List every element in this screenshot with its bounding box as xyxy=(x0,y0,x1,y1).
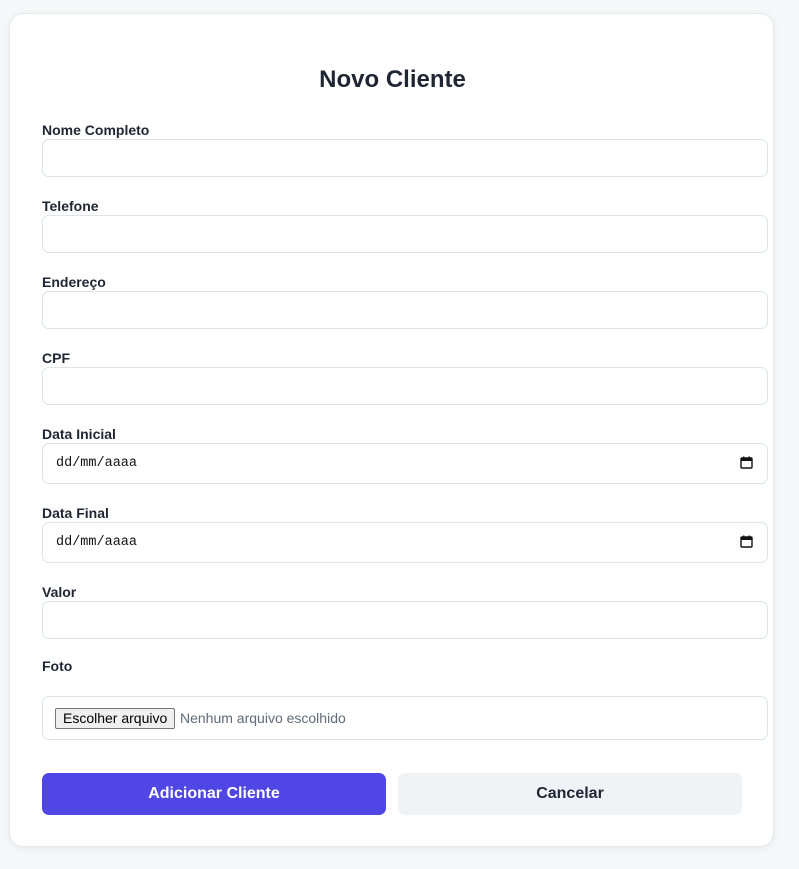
file-status-text: Nenhum arquivo escolhido xyxy=(180,710,346,726)
calendar-icon[interactable] xyxy=(740,456,753,469)
photo-label: Foto xyxy=(42,658,73,674)
value-input[interactable] xyxy=(42,601,768,639)
add-client-button[interactable]: Adicionar Cliente xyxy=(42,773,386,815)
full-name-label: Nome Completo xyxy=(42,122,150,138)
cpf-input[interactable] xyxy=(42,367,768,405)
new-client-form-card: Novo Cliente Nome Completo Telefone Ende… xyxy=(9,13,774,847)
calendar-icon[interactable] xyxy=(740,535,753,548)
start-date-label: Data Inicial xyxy=(42,426,116,442)
address-label: Endereço xyxy=(42,274,106,290)
cancel-button[interactable]: Cancelar xyxy=(398,773,742,815)
cpf-label: CPF xyxy=(42,350,70,366)
end-date-placeholder: dd/mm/aaaa xyxy=(56,535,138,550)
start-date-placeholder: dd/mm/aaaa xyxy=(56,456,138,471)
end-date-input[interactable]: dd/mm/aaaa xyxy=(42,522,768,563)
full-name-input[interactable] xyxy=(42,139,768,177)
address-input[interactable] xyxy=(42,291,768,329)
end-date-label: Data Final xyxy=(42,505,109,521)
phone-input[interactable] xyxy=(42,215,768,253)
choose-file-button[interactable]: Escolher arquivo xyxy=(55,708,176,729)
value-label: Valor xyxy=(42,584,77,600)
phone-label: Telefone xyxy=(42,198,99,214)
start-date-input[interactable]: dd/mm/aaaa xyxy=(42,443,768,484)
photo-file-input[interactable]: Escolher arquivo Nenhum arquivo escolhid… xyxy=(42,696,768,740)
page-title: Novo Cliente xyxy=(319,66,466,93)
